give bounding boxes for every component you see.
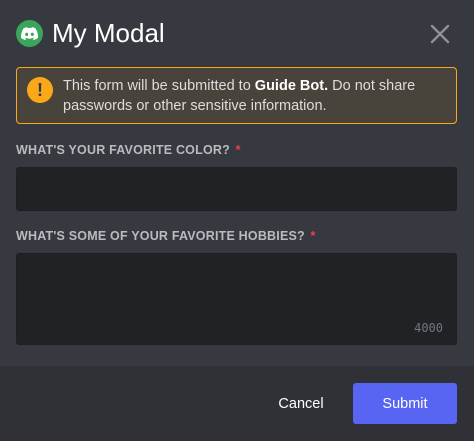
close-button[interactable] — [426, 20, 454, 48]
favorite-color-input[interactable] — [16, 167, 457, 211]
cancel-button[interactable]: Cancel — [262, 384, 340, 424]
warning-bot-name: Guide Bot. — [254, 78, 329, 94]
warning-banner: ! This form will be submitted to Guide B… — [16, 67, 457, 124]
warning-text: This form will be submitted to Guide Bot… — [63, 76, 448, 116]
modal-dialog: My Modal ! This form will be submitted t… — [0, 0, 474, 441]
warning-text-before: This form will be submitted to — [63, 78, 255, 94]
modal-title: My Modal — [52, 18, 165, 48]
field-label-color-text: WHAT'S YOUR FAVORITE COLOR? — [16, 143, 230, 157]
discord-icon — [16, 20, 43, 47]
submit-button[interactable]: Submit — [353, 383, 457, 424]
field-label-hobbies: WHAT'S SOME OF YOUR FAVORITE HOBBIES? * — [16, 229, 316, 243]
close-icon — [430, 24, 450, 44]
modal-footer: Cancel Submit — [0, 366, 474, 441]
field-label-color: WHAT'S YOUR FAVORITE COLOR? * — [16, 143, 241, 157]
character-limit-counter: 4000 — [414, 321, 443, 335]
exclamation-icon: ! — [27, 77, 53, 103]
required-mark: * — [310, 229, 316, 243]
favorite-hobbies-textarea[interactable] — [16, 253, 457, 345]
modal-header: My Modal — [0, 0, 474, 66]
field-label-hobbies-text: WHAT'S SOME OF YOUR FAVORITE HOBBIES? — [16, 229, 305, 243]
required-mark: * — [235, 143, 241, 157]
